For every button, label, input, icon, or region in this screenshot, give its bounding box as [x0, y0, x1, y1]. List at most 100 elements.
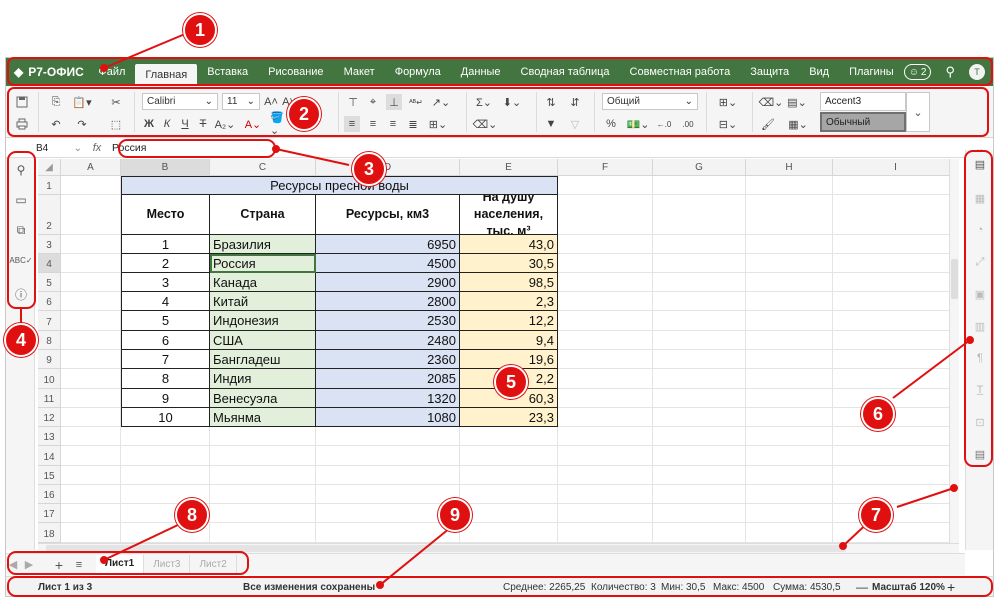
- row-header[interactable]: 15: [38, 466, 61, 485]
- search-icon[interactable]: ⚲: [945, 64, 955, 80]
- select-all-corner[interactable]: ◢: [38, 159, 61, 176]
- sheet-list-icon[interactable]: ≡: [70, 559, 88, 571]
- sheet-tab[interactable]: Лист1: [96, 554, 145, 575]
- sheet-tab[interactable]: Лист3: [144, 554, 191, 575]
- sort-asc-icon[interactable]: ⇅: [544, 94, 558, 110]
- table-cell[interactable]: Венесуэла: [210, 389, 316, 408]
- row-header[interactable]: 5: [38, 273, 61, 292]
- table-cell[interactable]: 8: [121, 369, 210, 389]
- sum-icon[interactable]: Σ⌄: [474, 94, 494, 110]
- row-header[interactable]: 12: [38, 408, 61, 427]
- table-cell[interactable]: 9,4: [460, 331, 558, 350]
- table-cell[interactable]: 23,3: [460, 408, 558, 427]
- chart-settings-icon[interactable]: ⤢: [971, 254, 989, 270]
- bold-icon[interactable]: Ж: [142, 116, 156, 132]
- table-cell[interactable]: Мьянма: [210, 408, 316, 427]
- vertical-scrollbar[interactable]: [949, 159, 959, 543]
- align-center-icon[interactable]: ≡: [366, 116, 380, 132]
- name-box[interactable]: B4 ⌄: [6, 143, 86, 154]
- underline-icon[interactable]: Ч: [178, 116, 192, 132]
- clear-filter-icon[interactable]: ▽: [568, 116, 582, 132]
- row-header[interactable]: 11: [38, 389, 61, 408]
- column-header[interactable]: I: [833, 159, 959, 176]
- number-format-select[interactable]: Общий ⌄: [602, 93, 698, 110]
- hscroll-thumb[interactable]: [46, 545, 846, 552]
- row-header[interactable]: 9: [38, 350, 61, 369]
- table-cell[interactable]: 6950: [316, 235, 460, 254]
- justify-icon[interactable]: ≣: [406, 116, 420, 132]
- table-cell[interactable]: 2800: [316, 292, 460, 311]
- shape-settings-icon[interactable]: ◔: [971, 222, 989, 238]
- table-cell[interactable]: США: [210, 331, 316, 350]
- row-header[interactable]: 7: [38, 311, 61, 331]
- table-cell[interactable]: 4500: [316, 254, 460, 273]
- menu-view[interactable]: Вид: [799, 58, 839, 86]
- menu-file[interactable]: Файл: [88, 58, 135, 86]
- merge-cells-icon[interactable]: ⊞⌄: [426, 116, 450, 132]
- font-name-select[interactable]: Calibri ⌄: [142, 93, 218, 110]
- percent-icon[interactable]: %: [604, 116, 618, 132]
- menu-insert[interactable]: Вставка: [197, 58, 258, 86]
- column-header[interactable]: F: [558, 159, 653, 176]
- table-cell[interactable]: 1: [121, 235, 210, 254]
- cell-settings-icon[interactable]: ▤: [971, 156, 989, 172]
- table-cell[interactable]: Бразилия: [210, 235, 316, 254]
- spreadsheet-grid[interactable]: ◢ ABCDEFGHI 1 2 3 4 5 6 7 8 9 10 11 12 13 14 15 16 17 18 …: [38, 159, 959, 543]
- clear-icon[interactable]: ⌫⌄: [473, 116, 498, 132]
- table-cell[interactable]: 7: [121, 350, 210, 369]
- spellcheck-icon[interactable]: ABC✓: [9, 252, 32, 268]
- next-sheet-icon[interactable]: ▶: [20, 558, 38, 571]
- row-header[interactable]: 8: [38, 331, 61, 350]
- table-cell[interactable]: 30,5: [460, 254, 558, 273]
- table-cell[interactable]: Индия: [210, 369, 316, 389]
- table-cell[interactable]: Канада: [210, 273, 316, 292]
- fx-icon[interactable]: fx: [86, 142, 108, 154]
- formula-input[interactable]: Россия: [108, 142, 975, 154]
- filter-icon[interactable]: ▼: [544, 116, 558, 132]
- paste-icon[interactable]: 📋▾: [70, 94, 94, 110]
- insert-cells-icon[interactable]: ⊞⌄: [716, 94, 740, 110]
- subscript-icon[interactable]: A₂⌄: [214, 116, 236, 132]
- menu-data[interactable]: Данные: [451, 58, 511, 86]
- row-header[interactable]: 18: [38, 523, 61, 543]
- row-header[interactable]: 17: [38, 504, 61, 523]
- align-left-icon[interactable]: ≡: [344, 116, 360, 132]
- print-icon[interactable]: [14, 116, 30, 132]
- table-cell[interactable]: 3: [121, 273, 210, 292]
- font-size-select[interactable]: 11 ⌄: [222, 93, 260, 110]
- row-header[interactable]: 10: [38, 369, 61, 389]
- menu-plugins[interactable]: Плагины: [839, 58, 904, 86]
- horizontal-scrollbar[interactable]: [38, 543, 959, 553]
- table-format-icon[interactable]: ▦⌄: [786, 116, 810, 132]
- menu-formula[interactable]: Формула: [385, 58, 451, 86]
- decrease-decimal-icon[interactable]: ←.0: [656, 116, 672, 132]
- prev-sheet-icon[interactable]: ◀: [6, 558, 20, 571]
- zoom-level[interactable]: Масштаб 120%: [872, 577, 945, 597]
- menu-draw[interactable]: Рисование: [258, 58, 333, 86]
- align-top-icon[interactable]: ⊤: [346, 94, 360, 110]
- redo-icon[interactable]: ↷: [74, 116, 90, 132]
- row-header[interactable]: 14: [38, 446, 61, 466]
- column-header[interactable]: B: [121, 159, 210, 176]
- slicer-icon[interactable]: ▤: [971, 446, 989, 462]
- increase-decimal-icon[interactable]: .00: [680, 116, 696, 132]
- text-orientation-icon[interactable]: ↗⌄: [430, 94, 452, 110]
- row-header[interactable]: 2: [38, 195, 61, 235]
- table-cell[interactable]: 1320: [316, 389, 460, 408]
- eraser-icon[interactable]: ⌫⌄: [759, 94, 784, 110]
- table-cell[interactable]: 98,5: [460, 273, 558, 292]
- menu-pivot[interactable]: Сводная таблица: [511, 58, 620, 86]
- table-cell[interactable]: 12,2: [460, 311, 558, 331]
- table-cell[interactable]: 9: [121, 389, 210, 408]
- comments-icon[interactable]: ▭: [12, 192, 30, 208]
- image-settings-icon[interactable]: ▣: [971, 286, 989, 302]
- sort-desc-icon[interactable]: ⇵: [568, 94, 582, 110]
- table-cell[interactable]: Россия: [210, 254, 316, 273]
- table-cell[interactable]: 1080: [316, 408, 460, 427]
- table-cell[interactable]: 10: [121, 408, 210, 427]
- menu-home[interactable]: Главная: [135, 64, 198, 86]
- table-cell[interactable]: 43,0: [460, 235, 558, 254]
- row-header[interactable]: 6: [38, 292, 61, 311]
- font-color-icon[interactable]: A⌄: [242, 116, 264, 132]
- pivot-icon[interactable]: ⊡: [971, 414, 989, 430]
